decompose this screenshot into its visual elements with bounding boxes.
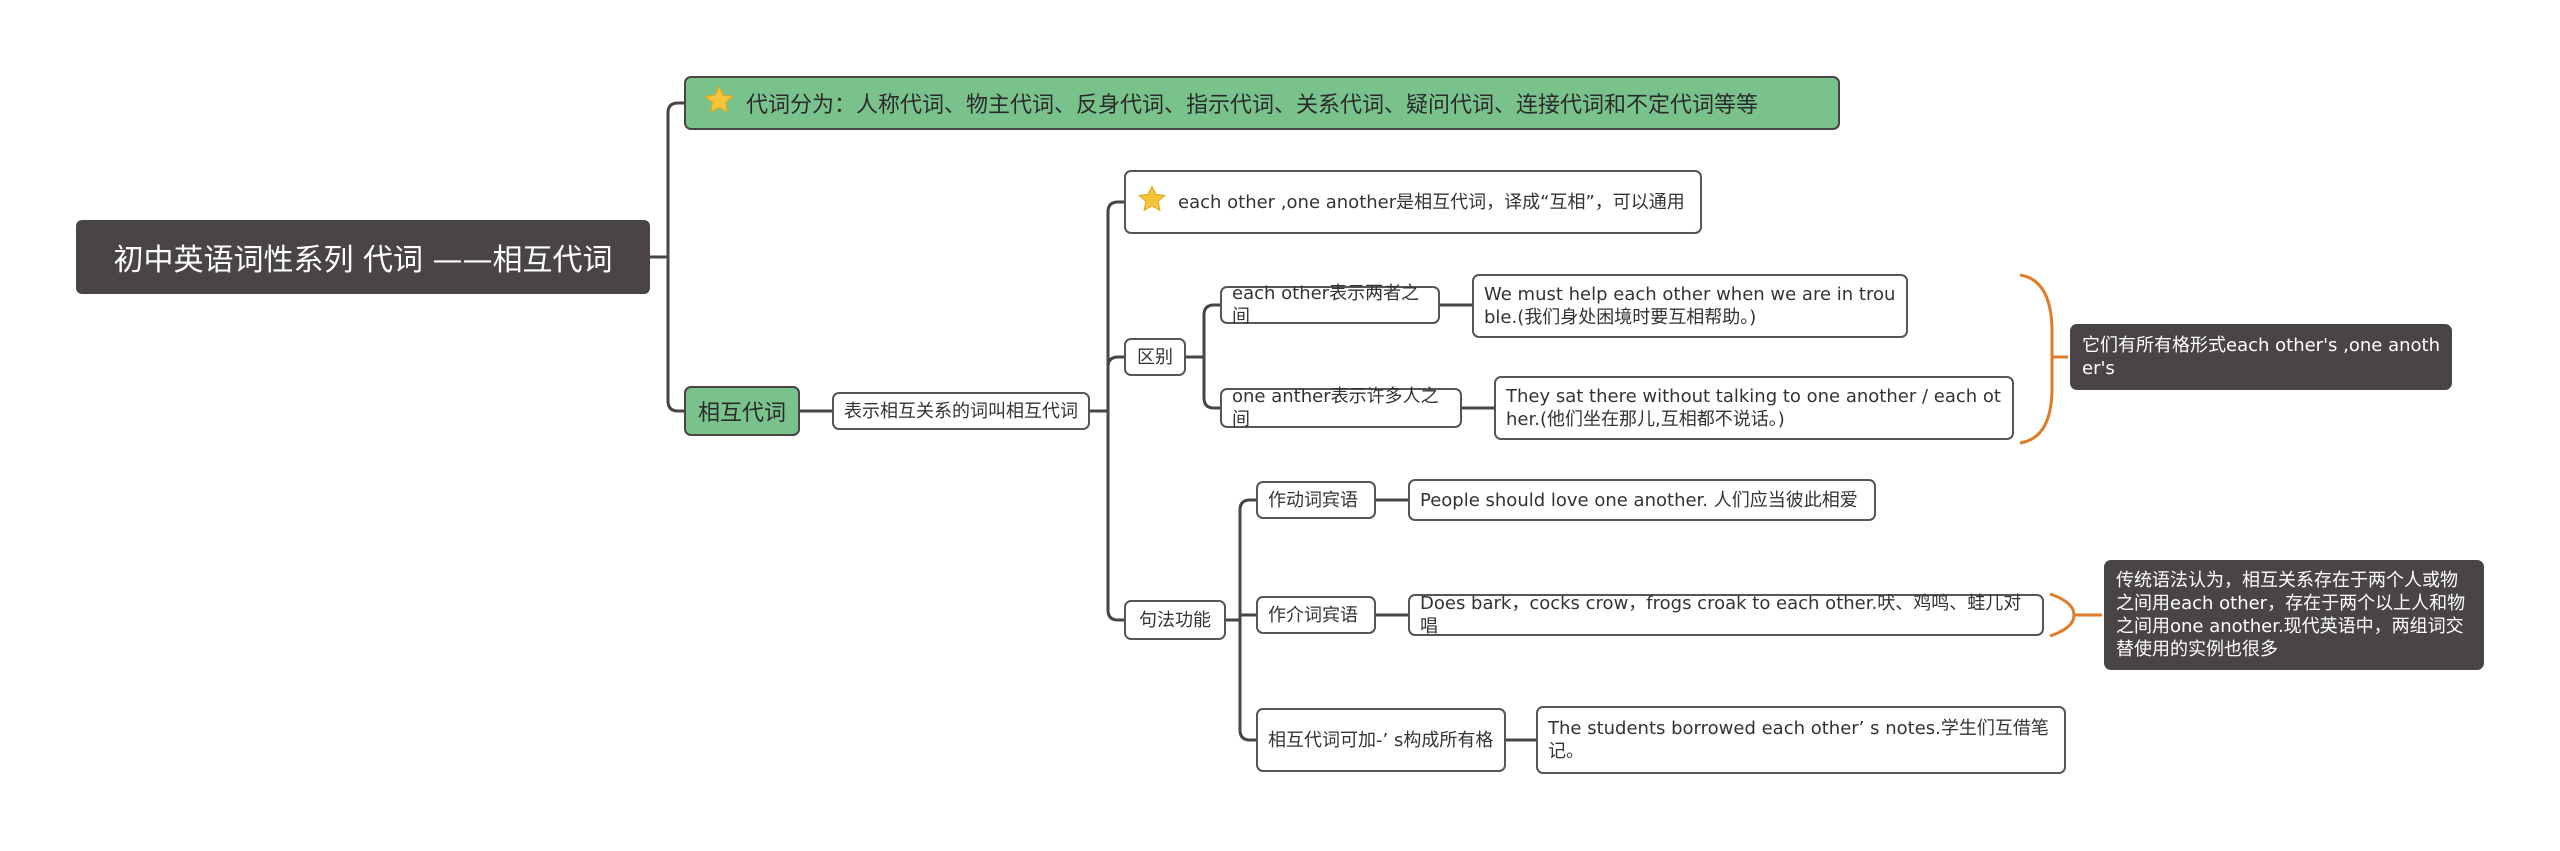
possessive-summary-text: 它们有所有格形式each other's ,one another's xyxy=(2082,335,2440,379)
topic-reciprocal-pronoun[interactable]: 相互代词 xyxy=(684,386,800,436)
diff-each-other-example-text: We must help each other when we are in t… xyxy=(1484,284,1896,328)
prep-object-example-text: Does bark，cocks crow，frogs croak to each… xyxy=(1420,593,2022,637)
prep-object-example[interactable]: Does bark，cocks crow，frogs croak to each… xyxy=(1408,593,2044,637)
possessive-form-example[interactable]: The students borrowed each other’ s note… xyxy=(1536,706,2066,774)
prep-object-label: 作介词宾语 xyxy=(1268,604,1358,626)
definition-label: 表示相互关系的词叫相互代词 xyxy=(844,400,1078,422)
note-interchangeable[interactable]: each other ,one another是相互代词，译成“互相”，可以通用 xyxy=(1124,170,1702,234)
prep-object-node[interactable]: 作介词宾语 xyxy=(1256,596,1376,634)
syntax-function-label: 句法功能 xyxy=(1139,609,1211,631)
possessive-form-example-text: The students borrowed each other’ s note… xyxy=(1548,718,2049,762)
root-topic[interactable]: 初中英语词性系列 代词 ——相互代词 xyxy=(76,220,650,294)
diff-each-other-node[interactable]: each other表示两者之间 xyxy=(1220,283,1440,327)
diff-each-other-example[interactable]: We must help each other when we are in t… xyxy=(1472,274,1908,338)
diff-each-other-label: each other表示两者之间 xyxy=(1232,283,1420,327)
verb-object-node[interactable]: 作动词宾语 xyxy=(1256,481,1376,519)
usage-summary[interactable]: 传统语法认为，相互关系存在于两个人或物之间用each other，存在于两个以上… xyxy=(2104,560,2484,670)
difference-node[interactable]: 区别 xyxy=(1124,338,1186,376)
diff-one-another-label: one anther表示许多人之间 xyxy=(1232,386,1439,430)
star-icon xyxy=(1136,183,1168,221)
usage-summary-text: 传统语法认为，相互关系存在于两个人或物之间用each other，存在于两个以上… xyxy=(2116,570,2466,660)
star-icon xyxy=(702,83,736,123)
verb-object-example-text: People should love one another. 人们应当彼此相爱 xyxy=(1420,489,1858,511)
diff-one-another-node[interactable]: one anther表示许多人之间 xyxy=(1220,386,1462,430)
possessive-form-node[interactable]: 相互代词可加-’ s构成所有格 xyxy=(1256,708,1506,772)
definition-node[interactable]: 表示相互关系的词叫相互代词 xyxy=(832,392,1090,430)
diff-one-another-example-text: They sat there without talking to one an… xyxy=(1506,386,2001,430)
difference-label: 区别 xyxy=(1137,346,1173,368)
topic-pronoun-types[interactable]: 代词分为：人称代词、物主代词、反身代词、指示代词、关系代词、疑问代词、连接代词和… xyxy=(684,76,1840,130)
diff-one-another-example[interactable]: They sat there without talking to one an… xyxy=(1494,376,2014,440)
syntax-function-node[interactable]: 句法功能 xyxy=(1124,600,1226,640)
root-topic-label: 初中英语词性系列 代词 ——相互代词 xyxy=(113,243,613,278)
verb-object-label: 作动词宾语 xyxy=(1268,489,1358,511)
note-interchangeable-label: each other ,one another是相互代词，译成“互相”，可以通用 xyxy=(1178,191,1685,213)
topic-pronoun-types-label: 代词分为：人称代词、物主代词、反身代词、指示代词、关系代词、疑问代词、连接代词和… xyxy=(746,93,1759,118)
possessive-form-label: 相互代词可加-’ s构成所有格 xyxy=(1268,729,1494,751)
possessive-summary[interactable]: 它们有所有格形式each other's ,one another's xyxy=(2070,324,2452,390)
verb-object-example[interactable]: People should love one another. 人们应当彼此相爱 xyxy=(1408,479,1876,521)
topic-reciprocal-pronoun-label: 相互代词 xyxy=(697,401,786,426)
